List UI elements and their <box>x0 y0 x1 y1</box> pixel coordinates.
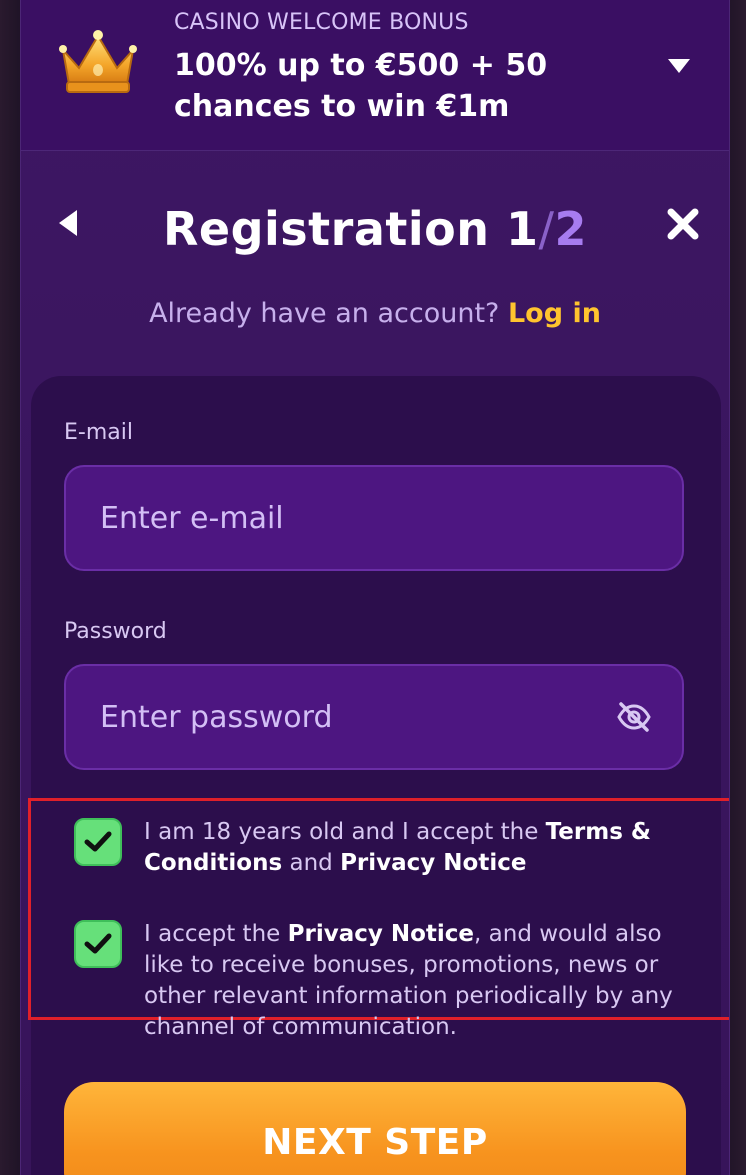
privacy-notice-link[interactable]: Privacy Notice <box>340 850 526 876</box>
consent-marketing-text: I accept the Privacy Notice, and would a… <box>144 919 704 1043</box>
consent-marketing-checkbox[interactable] <box>74 920 122 968</box>
already-account-text: Already have an account? <box>149 298 500 329</box>
password-label: Password <box>64 619 167 644</box>
crown-icon <box>59 30 137 93</box>
registration-form: E-mail Enter e-mail Password Enter passw… <box>28 376 729 1175</box>
already-account-line: Already have an account? Log in <box>21 298 729 329</box>
check-icon <box>84 831 112 852</box>
page-title: Registration 1/2 <box>21 202 729 256</box>
close-icon <box>667 208 699 240</box>
step-current: 1 <box>506 202 539 256</box>
privacy-notice-link-2[interactable]: Privacy Notice <box>288 921 474 947</box>
title-word: Registration <box>162 202 490 256</box>
email-label: E-mail <box>64 420 133 445</box>
consent-age-part-a: I am 18 years old and I accept the <box>144 819 539 845</box>
consent-section: I am 18 years old and I accept the Terms… <box>28 798 729 1040</box>
login-link[interactable]: Log in <box>508 298 601 329</box>
next-step-button[interactable]: NEXT STEP <box>64 1082 686 1175</box>
registration-header: Registration 1/2 <box>21 190 729 280</box>
welcome-bonus-bar[interactable]: CASINO WELCOME BONUS 100% up to €500 + 5… <box>21 0 729 151</box>
consent-age-text: I am 18 years old and I accept the Terms… <box>144 817 704 879</box>
consent-marketing-part-a: I accept the <box>144 921 281 947</box>
bonus-kicker: CASINO WELCOME BONUS <box>174 10 469 35</box>
check-icon <box>84 933 112 954</box>
email-placeholder: Enter e-mail <box>100 500 284 536</box>
consent-age-part-c: and <box>289 850 333 876</box>
eye-off-icon[interactable] <box>616 702 652 732</box>
email-field[interactable]: Enter e-mail <box>64 465 684 571</box>
consent-age-checkbox[interactable] <box>74 818 122 866</box>
password-placeholder: Enter password <box>100 699 333 735</box>
bonus-title: 100% up to €500 + 50 chances to win €1m <box>174 48 548 124</box>
registration-modal: CASINO WELCOME BONUS 100% up to €500 + 5… <box>20 0 730 1175</box>
step-total: 2 <box>554 202 588 256</box>
password-field[interactable]: Enter password <box>64 664 684 770</box>
next-step-label: NEXT STEP <box>262 1122 488 1163</box>
step-separator: / <box>538 202 555 256</box>
bonus-toggle-button[interactable] <box>661 50 697 82</box>
caret-down-icon <box>668 59 690 73</box>
close-button[interactable] <box>661 202 705 246</box>
